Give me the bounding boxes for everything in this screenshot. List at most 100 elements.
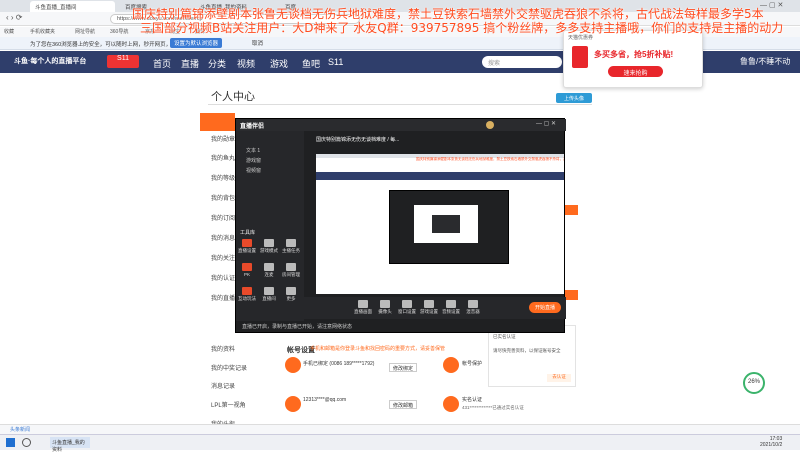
btn-camera[interactable]: 摄像头: [376, 300, 394, 315]
btn-game[interactable]: 游戏设置: [420, 300, 438, 315]
btn-audio[interactable]: 音频设置: [442, 300, 460, 315]
change-email-button[interactable]: 修改邮箱: [389, 400, 417, 409]
side-info-button[interactable]: 去认证: [547, 374, 571, 382]
menu-item[interactable]: 我的鱼丸: [211, 153, 235, 162]
search-icon[interactable]: [22, 438, 31, 447]
site-logo[interactable]: 斗鱼·每个人的直播平台: [14, 56, 86, 66]
menu-item[interactable]: 我的中奖记录: [211, 363, 247, 372]
start-live-button[interactable]: 开始直播: [529, 302, 561, 313]
obs-preview[interactable]: 国庆特别篇锦添壁剧本张鲁无谈档无伤兵地狱难度，禁土豆铁索石墙禁外交禁驱虎吞狼不杀…: [316, 154, 564, 294]
preview-overlay-text: 国庆特别篇锦添壁剧本张鲁无谈档无伤兵地狱难度，禁土豆铁索石墙禁外交禁驱虎吞狼不杀…: [416, 157, 564, 161]
realname-label: 实名认证: [462, 397, 483, 403]
tool-link-mic[interactable]: 连麦: [260, 263, 278, 278]
obs-app-name: 直播伴侣: [240, 124, 265, 130]
tool-room-manage[interactable]: 房间管理: [282, 263, 300, 278]
stream-companion-window[interactable]: 直播伴侣 — ▢ ✕ 文本 1 游戏窗 视频窗 工具库 直播设置 游戏模式 主播…: [235, 118, 566, 333]
nav-home[interactable]: 首页: [153, 57, 171, 70]
nav-category[interactable]: 分类: [208, 57, 226, 70]
mobile-label: 手机已绑定 (0086 189*****1792): [303, 360, 374, 367]
divider: [208, 104, 592, 105]
tool-tasks[interactable]: 主播任务: [282, 239, 300, 254]
search-input[interactable]: 搜索: [482, 56, 562, 68]
tool-interactive[interactable]: 互动玩法: [238, 287, 256, 302]
red-packet-icon: [572, 46, 588, 68]
tool-room[interactable]: 直播间: [260, 287, 278, 302]
taskbar-app-browser[interactable]: 斗鱼直播_我的资料: [50, 437, 90, 453]
scene-item[interactable]: 文本 1: [246, 147, 260, 154]
side-info-text-2: 请尽快完善资料，以保证账号安全: [493, 348, 561, 353]
obs-titlebar: 直播伴侣 — ▢ ✕: [236, 119, 566, 131]
preview-site-nav: [316, 172, 564, 180]
protect-icon: [443, 357, 459, 373]
tools-title: 工具库: [240, 230, 256, 236]
menu-item[interactable]: 我的等级: [211, 173, 235, 182]
upload-button[interactable]: 上传头像: [556, 93, 592, 103]
obs-bottom-bar: 直播画面 摄像头 窗口设置 游戏设置 音频设置 混音器 开始直播: [304, 297, 566, 319]
notice-cancel-button[interactable]: 取消: [252, 39, 263, 47]
menu-active-indicator: [200, 113, 235, 131]
user-menu[interactable]: 鲁鲁/不睡不动: [740, 56, 790, 67]
tool-game-mode[interactable]: 游戏模式: [260, 239, 278, 254]
side-tag-icon: [565, 290, 578, 300]
realname-icon: [443, 396, 459, 412]
obs-room-title: 国庆特别篇锦添无伤无谈档难度 / 每...: [316, 137, 400, 143]
progress-badge[interactable]: 26%: [743, 372, 765, 394]
obs-status: 直播已开启，录制与直播已开始，请注意网络状态: [242, 324, 353, 330]
side-info-panel: 已实名认证 请尽快完善资料，以保证账号安全 去认证: [488, 325, 576, 387]
nav-video[interactable]: 视频: [237, 57, 255, 70]
menu-item[interactable]: 消息记录: [211, 381, 235, 390]
menu-item[interactable]: LPL第一视角: [211, 400, 246, 409]
nav-s11[interactable]: S11: [328, 57, 343, 67]
set-default-button[interactable]: 设置为默认浏览器: [170, 38, 223, 48]
back-icon[interactable]: ‹ › ⟳: [6, 13, 22, 22]
phone-icon: [285, 357, 301, 373]
menu-item[interactable]: 我的资料: [211, 344, 235, 353]
menu-item[interactable]: 我的关注: [211, 253, 235, 262]
change-mobile-button[interactable]: 修改绑定: [389, 363, 417, 372]
btn-window[interactable]: 窗口设置: [398, 300, 416, 315]
s11-badge-icon: S11: [107, 55, 139, 68]
menu-item[interactable]: 我的勋章: [211, 134, 235, 143]
preview-nested-window: [389, 190, 509, 264]
tool-more[interactable]: 更多: [282, 287, 300, 302]
bookmark-item[interactable]: 手机收藏夹: [30, 28, 55, 35]
nav-live[interactable]: 直播: [181, 57, 199, 70]
protect-label: 帐号保护: [462, 361, 483, 367]
btn-mixer[interactable]: 混音器: [464, 300, 482, 315]
scene-item[interactable]: 视频窗: [246, 167, 261, 174]
obs-window-controls[interactable]: — ▢ ✕: [536, 120, 556, 127]
scene-item[interactable]: 游戏窗: [246, 157, 261, 164]
email-icon: [285, 396, 301, 412]
tool-live-settings[interactable]: 直播设置: [238, 239, 256, 254]
bookmark-item[interactable]: 收藏: [4, 28, 14, 35]
ad-popup[interactable]: 天猫优惠券 多买多省，抢5折补贴! 速来抢购: [563, 30, 703, 88]
ad-cta-button[interactable]: 速来抢购: [608, 66, 663, 77]
nav-game[interactable]: 游戏: [270, 57, 288, 70]
menu-item[interactable]: 我的消息: [211, 233, 235, 242]
status-news[interactable]: 头条新闻: [10, 426, 30, 433]
account-tip: 手机和邮箱是你登录斗鱼和找回密码的重要方式，请妥善保管: [310, 346, 446, 352]
btn-live-view[interactable]: 直播画面: [354, 300, 372, 315]
windows-taskbar: 斗鱼直播_我的资料 17:03 2021/10/2: [0, 434, 800, 453]
preview-nested-preview: [414, 205, 478, 243]
overlay-line-2: 三国部分视频B站关注用户：大D神来了 水友Q群：939757895 搞个粉丝牌，…: [140, 21, 784, 35]
menu-item[interactable]: 我的认证: [211, 273, 235, 282]
ad-headline: 多买多省，抢5折补贴!: [594, 50, 674, 59]
realname-value: 431*************已通过实名认证: [462, 405, 524, 410]
clock-date: 2021/10/2: [760, 442, 783, 448]
taskbar-clock: 17:03 2021/10/2: [760, 436, 782, 448]
nav-yuba[interactable]: 鱼吧: [302, 57, 320, 70]
menu-item[interactable]: 我的背包: [211, 193, 235, 202]
bookmark-item[interactable]: 360导航: [110, 28, 128, 35]
obs-avatar[interactable]: [486, 121, 494, 129]
tool-pk[interactable]: PK: [238, 263, 256, 277]
page-title: 个人中心: [211, 91, 255, 103]
mobile-status: 手机已绑定: [303, 361, 329, 367]
side-tag-icon: [565, 205, 578, 215]
windows-start-icon[interactable]: [6, 438, 15, 447]
menu-item[interactable]: 我的直播: [211, 293, 235, 302]
tab-douyu-room[interactable]: 斗鱼直播_直播间: [30, 1, 115, 12]
email-value: 12313****@qq.com: [303, 397, 347, 403]
menu-item[interactable]: 我的订阅: [211, 213, 235, 222]
bookmark-item[interactable]: 网址导航: [75, 28, 95, 35]
